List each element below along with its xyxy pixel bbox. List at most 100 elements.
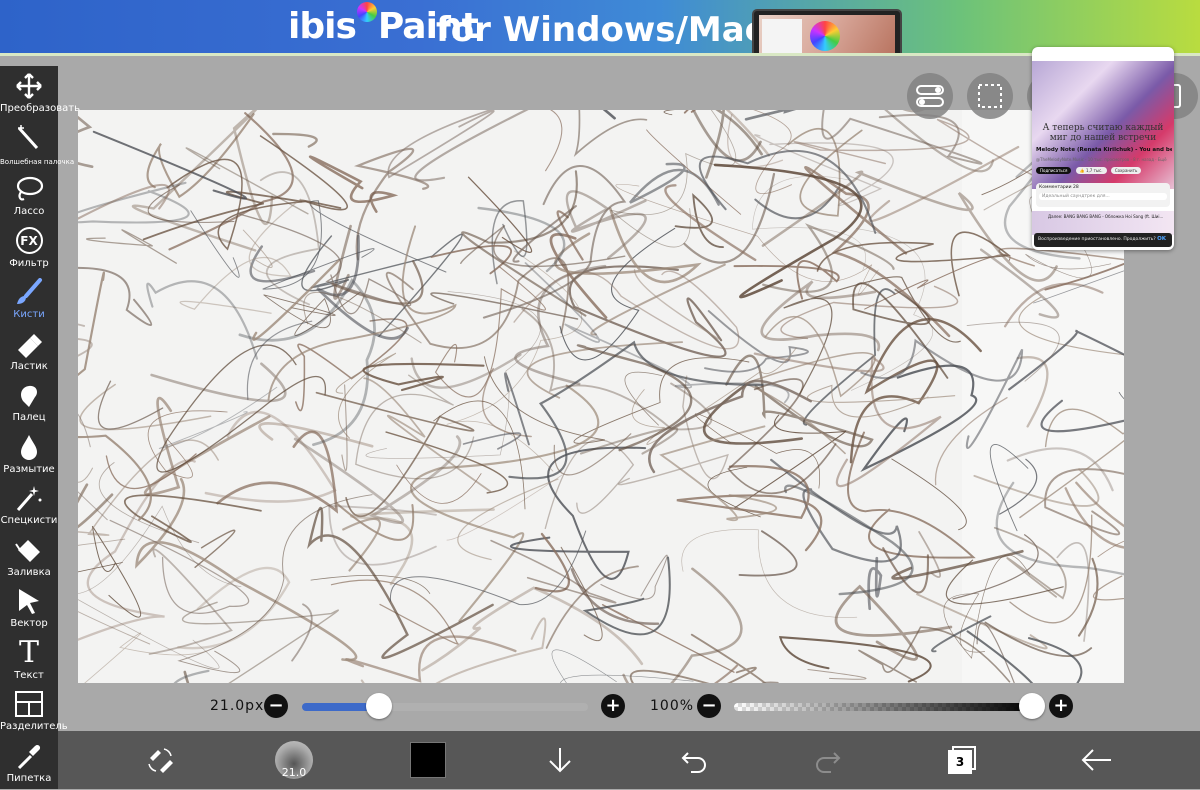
magic-wand-icon — [14, 123, 44, 153]
video-caption: А теперь считаю каждый миг до нашей встр… — [1042, 123, 1164, 143]
save-button[interactable]: Сохранить — [1110, 167, 1142, 174]
tool-sidebar: Преобразовать Волшебная палочка Лассо FX Фил… — [0, 66, 80, 790]
back-button[interactable] — [1076, 740, 1116, 780]
video-actions: Подписаться 👍 1,7 тыс. Сохранить — [1036, 167, 1172, 175]
drawing-canvas[interactable] — [78, 110, 1124, 683]
tool-special-brush[interactable]: Спецкисти — [0, 481, 58, 532]
fill-bucket-icon — [14, 535, 44, 565]
comments-panel[interactable]: Комментарии 28 Идеальный саундтрек для..… — [1036, 183, 1170, 207]
tool-label: Пипетка — [6, 772, 52, 784]
tool-blur-drop[interactable]: Размытие — [0, 430, 58, 481]
vector-arrow-icon — [14, 586, 44, 616]
redo-button[interactable] — [808, 740, 848, 780]
tool-label: Палец — [12, 412, 46, 423]
plus-icon: + — [605, 695, 621, 716]
brush-preview-icon: 21.0 — [275, 741, 313, 779]
brush-size-value: 21.0px — [210, 698, 265, 714]
next-video[interactable]: Далее: BANG BANG BANG - Обложка Hoi Sang… — [1032, 211, 1174, 235]
comments-label: Комментарии 28 — [1039, 185, 1079, 190]
brush-eraser-swap-icon — [148, 748, 173, 773]
tool-finger-smudge[interactable]: Палец — [0, 378, 58, 429]
size-increase-button[interactable]: + — [601, 694, 625, 718]
eyedropper-icon — [14, 741, 44, 771]
back-arrow-icon — [1081, 749, 1111, 771]
opacity-handle[interactable] — [1019, 693, 1045, 719]
tool-label: Спецкисти — [0, 515, 58, 526]
undo-button[interactable] — [674, 740, 714, 780]
minus-icon: − — [701, 695, 717, 716]
tool-label: Заливка — [7, 566, 51, 578]
tool-eraser[interactable]: Ластик — [0, 327, 58, 378]
bottom-toolbar — [58, 731, 1200, 789]
tool-move-arrows[interactable]: Преобразовать — [0, 69, 80, 120]
minus-icon: − — [268, 695, 284, 716]
fx-filter-icon: FX — [14, 226, 44, 256]
tool-label: Разделитель — [0, 721, 68, 732]
video-title[interactable]: Melody Note (Renata Kirilchuk) - You and… — [1036, 147, 1172, 153]
tool-vector-arrow[interactable]: Вектор — [0, 584, 58, 635]
like-count: 1,7 тыс. — [1085, 168, 1103, 173]
tool-label: Лассо — [13, 206, 45, 217]
tool-fill-bucket[interactable]: Заливка — [0, 533, 58, 584]
tool-label: Кисти — [13, 309, 45, 320]
undo-icon — [681, 752, 706, 773]
swap-tool-button[interactable] — [140, 740, 180, 780]
move-arrows-icon — [14, 71, 44, 101]
tool-label: Волшебная палочка — [0, 157, 75, 166]
layers-icon: 3 — [946, 746, 976, 774]
tool-frame-divider[interactable]: Разделитель — [0, 687, 68, 738]
toggle-switch-icon — [916, 85, 944, 107]
tool-label: Вектор — [10, 618, 48, 629]
redo-icon — [816, 752, 841, 773]
subscribe-button[interactable]: Подписаться — [1036, 167, 1072, 174]
opacity-decrease-button[interactable]: − — [697, 694, 721, 718]
tool-eyedropper[interactable]: Пипетка — [0, 739, 58, 790]
down-arrow-icon — [549, 748, 571, 773]
video-meta: @TheMelodyNote.Music · 10 тыс. просмотро… — [1036, 157, 1167, 162]
toggle-panel-button[interactable] — [907, 73, 953, 119]
banner-tagline: for Windows/Mac — [436, 10, 765, 50]
merge-down-button[interactable] — [540, 740, 580, 780]
tool-label: Фильтр — [9, 257, 49, 269]
tool-magic-wand[interactable]: Волшебная палочка — [0, 121, 75, 172]
tool-brush[interactable]: Кисти — [0, 275, 58, 326]
laptop-illustration — [752, 9, 902, 56]
brush-size-handle[interactable] — [366, 693, 393, 719]
pip-video-overlay[interactable]: А теперь считаю каждый миг до нашей встр… — [1032, 47, 1174, 250]
toast-text: Воспроизведение приостановлено. Продолжи… — [1038, 237, 1156, 242]
brush-preview-size: 21.0 — [281, 766, 307, 779]
tool-label: Размытие — [3, 463, 55, 475]
frame-divider-icon — [14, 689, 44, 719]
like-button[interactable]: 👍 1,7 тыс. — [1075, 167, 1107, 174]
selection-button[interactable] — [967, 73, 1013, 119]
plus-icon: + — [1053, 695, 1069, 716]
dashed-select-icon — [978, 84, 1002, 108]
opacity-value: 100% — [650, 698, 695, 714]
brush-icon — [14, 277, 44, 307]
opacity-increase-button[interactable]: + — [1049, 694, 1073, 718]
tool-fx-filter[interactable]: FX Фильтр — [0, 224, 58, 275]
finger-smudge-icon — [14, 380, 44, 410]
sketch-artwork — [78, 110, 1124, 683]
special-brush-icon — [14, 483, 44, 513]
brand-text-left: ibis — [288, 6, 357, 47]
tool-label: Текст — [14, 669, 44, 681]
color-wheel-icon — [356, 2, 377, 22]
size-decrease-button[interactable]: − — [264, 694, 288, 718]
paused-toast: Воспроизведение приостановлено. Продолжи… — [1034, 233, 1172, 247]
blur-drop-icon — [14, 432, 44, 462]
lasso-icon — [14, 174, 44, 204]
brush-picker-button[interactable]: 21.0 — [274, 740, 314, 780]
tool-text[interactable]: T Текст — [0, 636, 58, 687]
color-swatch-button[interactable] — [410, 742, 446, 778]
opacity-slider[interactable] — [734, 703, 1032, 711]
brush-size-slider[interactable] — [302, 703, 588, 711]
tool-label: Ластик — [10, 360, 48, 372]
next-video-title: Далее: BANG BANG BANG - Обложка Hoi Sang… — [1048, 214, 1164, 219]
eraser-icon — [14, 329, 44, 359]
ad-banner[interactable]: ibis Paint for Windows/Mac — [0, 0, 1200, 56]
tool-lasso[interactable]: Лассо — [0, 172, 58, 223]
layers-button[interactable]: 3 — [940, 740, 980, 780]
text-icon: T — [18, 634, 39, 670]
toast-ok-button[interactable]: OK — [1157, 236, 1166, 242]
